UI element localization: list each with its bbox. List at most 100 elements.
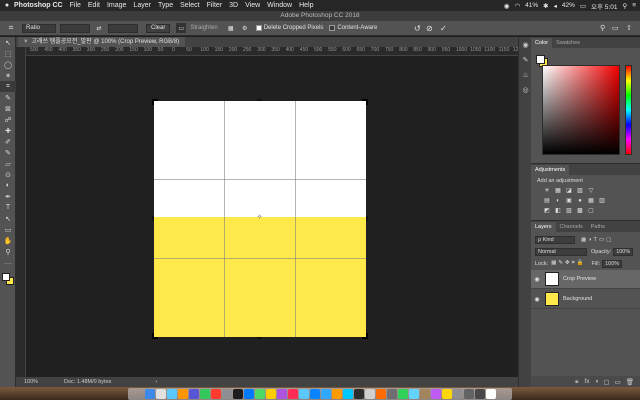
tool-18-icon[interactable]: ✋	[0, 235, 16, 246]
tab-layers[interactable]: Layers	[531, 222, 556, 232]
tool-19-icon[interactable]: ⚲	[0, 246, 16, 257]
dock-app-9-icon[interactable]	[243, 389, 254, 399]
dock-app-18-icon[interactable]	[342, 389, 353, 399]
tool-14-icon[interactable]: ✒	[0, 191, 16, 202]
adjustment-row2-3-icon[interactable]: ●	[576, 198, 584, 205]
status-arrow-icon[interactable]: ›	[155, 379, 157, 385]
zoom-level[interactable]: 100%	[24, 379, 54, 385]
visibility-eye-icon[interactable]: ◉	[531, 296, 543, 303]
dock-app-0-icon[interactable]	[144, 389, 155, 399]
dock-app-6-icon[interactable]	[210, 389, 221, 399]
layer-name[interactable]: Crop Preview	[563, 276, 596, 282]
layers-footer-1-icon[interactable]: fx	[584, 378, 589, 385]
adjustment-row3-3-icon[interactable]: ▩	[576, 208, 584, 215]
dock-app-27-icon[interactable]	[441, 389, 452, 399]
crop-handle-bottom[interactable]	[257, 337, 262, 339]
share-icon[interactable]: ⇧	[626, 23, 632, 33]
ratio-select[interactable]: Ratio	[22, 23, 56, 33]
layer-kind-select[interactable]: ρ Kind	[535, 235, 575, 244]
document-tab[interactable]: × 고래쓰 템플공모전_발판 @ 100% (Crop Preview, RGB…	[18, 37, 186, 47]
dock-app-16-icon[interactable]	[320, 389, 331, 399]
tool-7-icon[interactable]: ☍	[0, 114, 16, 125]
menu-edit[interactable]: Edit	[88, 2, 100, 9]
crop-settings-icon[interactable]: ⚙	[240, 23, 250, 33]
creative-cloud-icon[interactable]: ◉	[504, 2, 510, 10]
horizontal-ruler[interactable]: 500 450 400 350 300 250 200 150 100 50 0 50 100 150 20…	[26, 47, 524, 56]
adjustment-row2-0-icon[interactable]: ▤	[543, 198, 551, 205]
adjustment-row2-2-icon[interactable]: ▣	[565, 198, 573, 205]
crop-tool-icon[interactable]: ⌗	[4, 23, 18, 33]
clock[interactable]: 오후 5:01	[591, 1, 617, 11]
vertical-ruler[interactable]	[16, 47, 26, 377]
menu-help[interactable]: Help	[299, 2, 313, 9]
blend-mode-select[interactable]: Normal	[535, 247, 587, 256]
tool-0-icon[interactable]: ↖	[0, 37, 16, 48]
ratio-width-input[interactable]	[60, 23, 90, 33]
adjustment-row1-3-icon[interactable]: ▨	[576, 188, 584, 195]
search-icon[interactable]: ⚲	[622, 2, 627, 10]
tool-9-icon[interactable]: ✐	[0, 136, 16, 147]
adjustment-row3-0-icon[interactable]: ◩	[543, 208, 551, 215]
menu-image[interactable]: Image	[107, 2, 126, 9]
dock-app-19-icon[interactable]	[353, 389, 364, 399]
adjustment-row1-1-icon[interactable]: ▦	[554, 188, 562, 195]
menu-3d[interactable]: 3D	[229, 2, 238, 9]
toolbar-color-swatches[interactable]	[0, 272, 16, 288]
layer-row-background[interactable]: ◉ Background	[531, 290, 640, 309]
layer-name[interactable]: Background	[563, 296, 592, 302]
crop-handle-bottom-right[interactable]	[362, 333, 368, 339]
menu-type[interactable]: Type	[158, 2, 173, 9]
volume-icon[interactable]: ◂	[554, 2, 557, 10]
layers-footer-5-icon[interactable]: 🗑	[626, 378, 634, 386]
menu-filter[interactable]: Filter	[207, 2, 223, 9]
tool-12-icon[interactable]: ⊙	[0, 169, 16, 180]
tool-10-icon[interactable]: ✎	[0, 147, 16, 158]
tool-1-icon[interactable]: ⬚	[0, 48, 16, 59]
adjustment-row1-0-icon[interactable]: ☀	[543, 188, 551, 195]
canvas-area[interactable]: ✧	[26, 56, 518, 377]
adjustment-row3-1-icon[interactable]: ◧	[554, 208, 562, 215]
menu-view[interactable]: View	[245, 2, 260, 9]
dock-app-1-icon[interactable]	[155, 389, 166, 399]
notification-icon[interactable]: ≡	[632, 2, 636, 9]
tool-11-icon[interactable]: ▱	[0, 158, 16, 169]
dock-app-13-icon[interactable]	[287, 389, 298, 399]
tool-6-icon[interactable]: ⊠	[0, 103, 16, 114]
visibility-eye-icon[interactable]: ◉	[531, 276, 543, 283]
fill-input[interactable]: 100%	[602, 259, 623, 268]
adjustment-row3-4-icon[interactable]: ▢	[587, 208, 595, 215]
tab-adjustments[interactable]: Adjustments	[531, 165, 570, 175]
close-icon[interactable]: ×	[24, 37, 28, 47]
menu-layer[interactable]: Layer	[133, 2, 151, 9]
dock-app-12-icon[interactable]	[276, 389, 287, 399]
dock-app-22-icon[interactable]	[386, 389, 397, 399]
adjustment-row3-2-icon[interactable]: ▧	[565, 208, 573, 215]
dock-app-26-icon[interactable]	[430, 389, 441, 399]
wifi-icon[interactable]: ◠	[514, 2, 520, 10]
delete-cropped-checkbox[interactable]	[255, 25, 262, 31]
dock-app-10-icon[interactable]	[254, 389, 265, 399]
dock-app-5-icon[interactable]	[199, 389, 210, 399]
ratio-height-input[interactable]	[108, 23, 138, 33]
adjustment-row2-4-icon[interactable]: ▦	[587, 198, 595, 205]
filter-icons[interactable]: ▦◑T▭▢	[581, 237, 613, 243]
bluetooth-icon[interactable]: ✱	[543, 2, 548, 10]
dock-app-15-icon[interactable]	[309, 389, 320, 399]
opacity-input[interactable]: 100%	[613, 247, 634, 256]
layers-footer-2-icon[interactable]: ◑	[594, 378, 598, 385]
tool-20-icon[interactable]: …	[0, 257, 16, 268]
workspace-icon[interactable]: ▭	[612, 23, 619, 33]
toolbar-foreground-swatch[interactable]	[2, 273, 10, 281]
menu-select[interactable]: Select	[180, 2, 199, 9]
menu-window[interactable]: Window	[267, 2, 292, 9]
document-canvas[interactable]: ✧	[152, 99, 368, 339]
tool-5-icon[interactable]: ✎	[0, 92, 16, 103]
workspace-search-icon[interactable]: ⚲	[600, 23, 605, 33]
dock-app-2-icon[interactable]	[166, 389, 177, 399]
menu-file[interactable]: File	[70, 2, 81, 9]
dock-app-20-icon[interactable]	[364, 389, 375, 399]
dock-app-23-icon[interactable]	[397, 389, 408, 399]
dock-app-29-icon[interactable]	[463, 389, 474, 399]
tab-paths[interactable]: Paths	[587, 222, 609, 232]
dock-app-30-icon[interactable]	[474, 389, 485, 399]
